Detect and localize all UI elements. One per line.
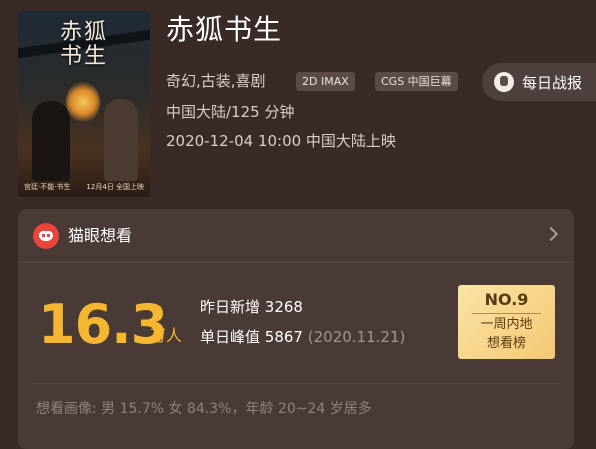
- rank-divider: [472, 313, 541, 314]
- peak-label: 单日峰值: [200, 328, 261, 346]
- movie-title: 赤狐书生: [166, 13, 283, 46]
- want-to-see-card: 猫眼想看 16.3 万人 昨日新增 3268 单日峰值 5867 (2020.1…: [18, 209, 574, 449]
- ranking-badge[interactable]: NO.9 一周内地 想看榜: [458, 285, 555, 359]
- maoyan-cat-icon: [33, 223, 59, 249]
- want-count-unit: 万人: [150, 326, 183, 345]
- audience-portrait: 想看画像: 男 15.7% 女 84.3%，年龄 20~24 岁居多: [36, 401, 372, 417]
- poster-lantern: [66, 81, 100, 123]
- daily-report-button[interactable]: 每日战报: [482, 63, 596, 101]
- movie-release-date: 2020-12-04 10:00 中国大陆上映: [166, 132, 396, 150]
- poster-title: 赤狐书生: [60, 20, 109, 69]
- want-card-header[interactable]: 猫眼想看: [18, 209, 574, 263]
- single-day-peak: 单日峰值 5867 (2020.11.21): [200, 327, 405, 347]
- card-divider: [32, 383, 560, 384]
- yesterday-label: 昨日新增: [200, 298, 261, 316]
- poster-figure: [104, 99, 138, 181]
- medal-icon: [494, 72, 514, 92]
- want-count: 16.3: [38, 293, 168, 356]
- peak-value: 5867: [264, 328, 303, 346]
- daily-report-label: 每日战报: [522, 73, 583, 92]
- peak-date: (2020.11.21): [307, 328, 406, 346]
- yesterday-value: 3268: [264, 298, 303, 316]
- movie-region-duration: 中国大陆/125 分钟: [166, 103, 295, 121]
- yesterday-new: 昨日新增 3268: [200, 297, 303, 317]
- want-card-title: 猫眼想看: [68, 226, 133, 245]
- movie-genres: 奇幻,古装,喜剧: [166, 72, 266, 90]
- poster-figure: [32, 101, 70, 181]
- format-tag-cgs: CGS 中国巨幕: [375, 72, 458, 91]
- format-tag-imax: 2D IMAX: [296, 72, 355, 91]
- rank-number: NO.9: [484, 290, 529, 309]
- rank-label-line2: 想看榜: [486, 336, 526, 351]
- chevron-right-icon[interactable]: [543, 226, 559, 242]
- movie-poster[interactable]: 赤狐书生 宫廷·不能·书生 12月4日 全国上映: [18, 11, 150, 197]
- poster-caption-right: 12月4日 全国上映: [86, 183, 144, 191]
- poster-caption-left: 宫廷·不能·书生: [24, 183, 71, 191]
- rank-label-line1: 一周内地: [480, 317, 533, 332]
